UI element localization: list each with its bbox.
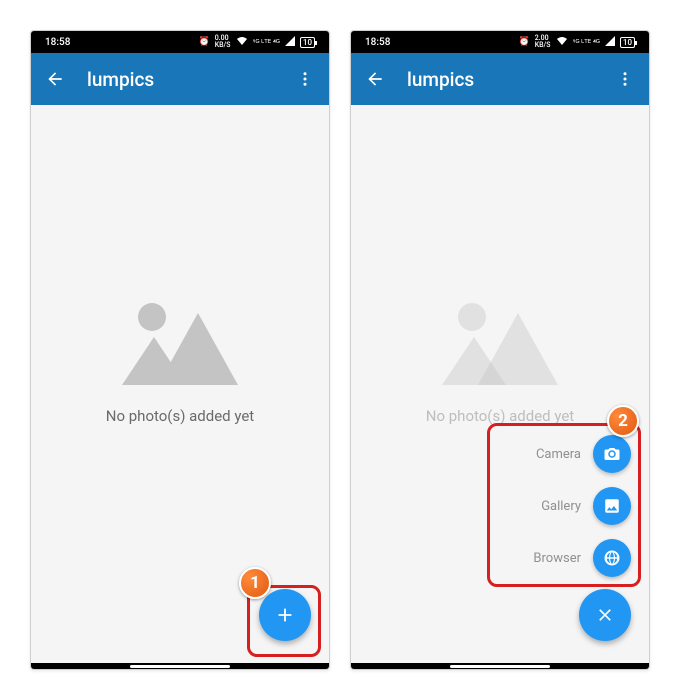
signal-bars-icon [605,36,615,49]
wifi-icon [556,36,568,49]
speed-dial-label: Browser [533,551,581,566]
camera-icon [593,435,631,473]
speed-dial-menu: Camera Gallery Browser [533,435,631,577]
app-title: lumpics [407,68,613,91]
speed-dial-camera[interactable]: Camera [536,435,631,473]
nav-bar [31,663,329,669]
battery-icon: 10 [620,37,635,48]
phone-screen-1: 18:58 ⏰ 0.00 KB/S ¹ᴳ ᴸᵀᴱ ⁴ᴳ 10 lumpics [30,30,330,670]
empty-state-text: No photo(s) added yet [106,407,254,425]
more-menu-button[interactable] [293,67,317,91]
browser-icon [593,539,631,577]
app-bar: lumpics [31,53,329,105]
app-title: lumpics [87,68,293,91]
speed-dial-label: Camera [536,447,581,462]
wifi-icon [236,36,248,49]
fab-close-button[interactable] [579,589,631,641]
nav-bar [351,663,649,669]
arrow-left-icon [45,69,65,89]
status-indicators: ⏰ 0.00 KB/S ¹ᴳ ᴸᵀᴱ ⁴ᴳ 10 [198,35,315,49]
battery-icon: 10 [300,37,315,48]
signal-icon: ¹ᴳ ᴸᵀᴱ ⁴ᴳ [573,38,600,47]
fab-add-button[interactable] [259,589,311,641]
speed-dial-label: Gallery [541,499,581,514]
empty-photos-icon [120,295,240,385]
signal-bars-icon [285,36,295,49]
content-area: No photo(s) added yet Camera Gallery Bro… [351,105,649,663]
alarm-icon: ⏰ [518,37,529,47]
arrow-left-icon [365,69,385,89]
more-vert-icon [296,70,314,88]
callout-badge-1: 1 [239,567,271,599]
close-icon [595,605,615,625]
app-bar: lumpics [351,53,649,105]
more-menu-button[interactable] [613,67,637,91]
gallery-icon [593,487,631,525]
more-vert-icon [616,70,634,88]
back-button[interactable] [43,67,67,91]
empty-photos-icon [440,295,560,385]
phone-screen-2: 18:58 ⏰ 2.00 KB/S ¹ᴳ ᴸᵀᴱ ⁴ᴳ 10 lumpics [350,30,650,670]
back-button[interactable] [363,67,387,91]
alarm-icon: ⏰ [198,37,209,47]
status-indicators: ⏰ 2.00 KB/S ¹ᴳ ᴸᵀᴱ ⁴ᴳ 10 [518,35,635,49]
status-bar: 18:58 ⏰ 0.00 KB/S ¹ᴳ ᴸᵀᴱ ⁴ᴳ 10 [31,31,329,53]
status-time: 18:58 [45,37,70,48]
speed-dial-browser[interactable]: Browser [533,539,631,577]
status-bar: 18:58 ⏰ 2.00 KB/S ¹ᴳ ᴸᵀᴱ ⁴ᴳ 10 [351,31,649,53]
signal-icon: ¹ᴳ ᴸᵀᴱ ⁴ᴳ [253,38,280,47]
empty-state-text: No photo(s) added yet [426,407,574,425]
content-area: No photo(s) added yet [31,105,329,663]
callout-badge-2: 2 [607,405,639,437]
plus-icon [274,604,296,626]
speed-dial-gallery[interactable]: Gallery [541,487,631,525]
status-time: 18:58 [365,37,390,48]
